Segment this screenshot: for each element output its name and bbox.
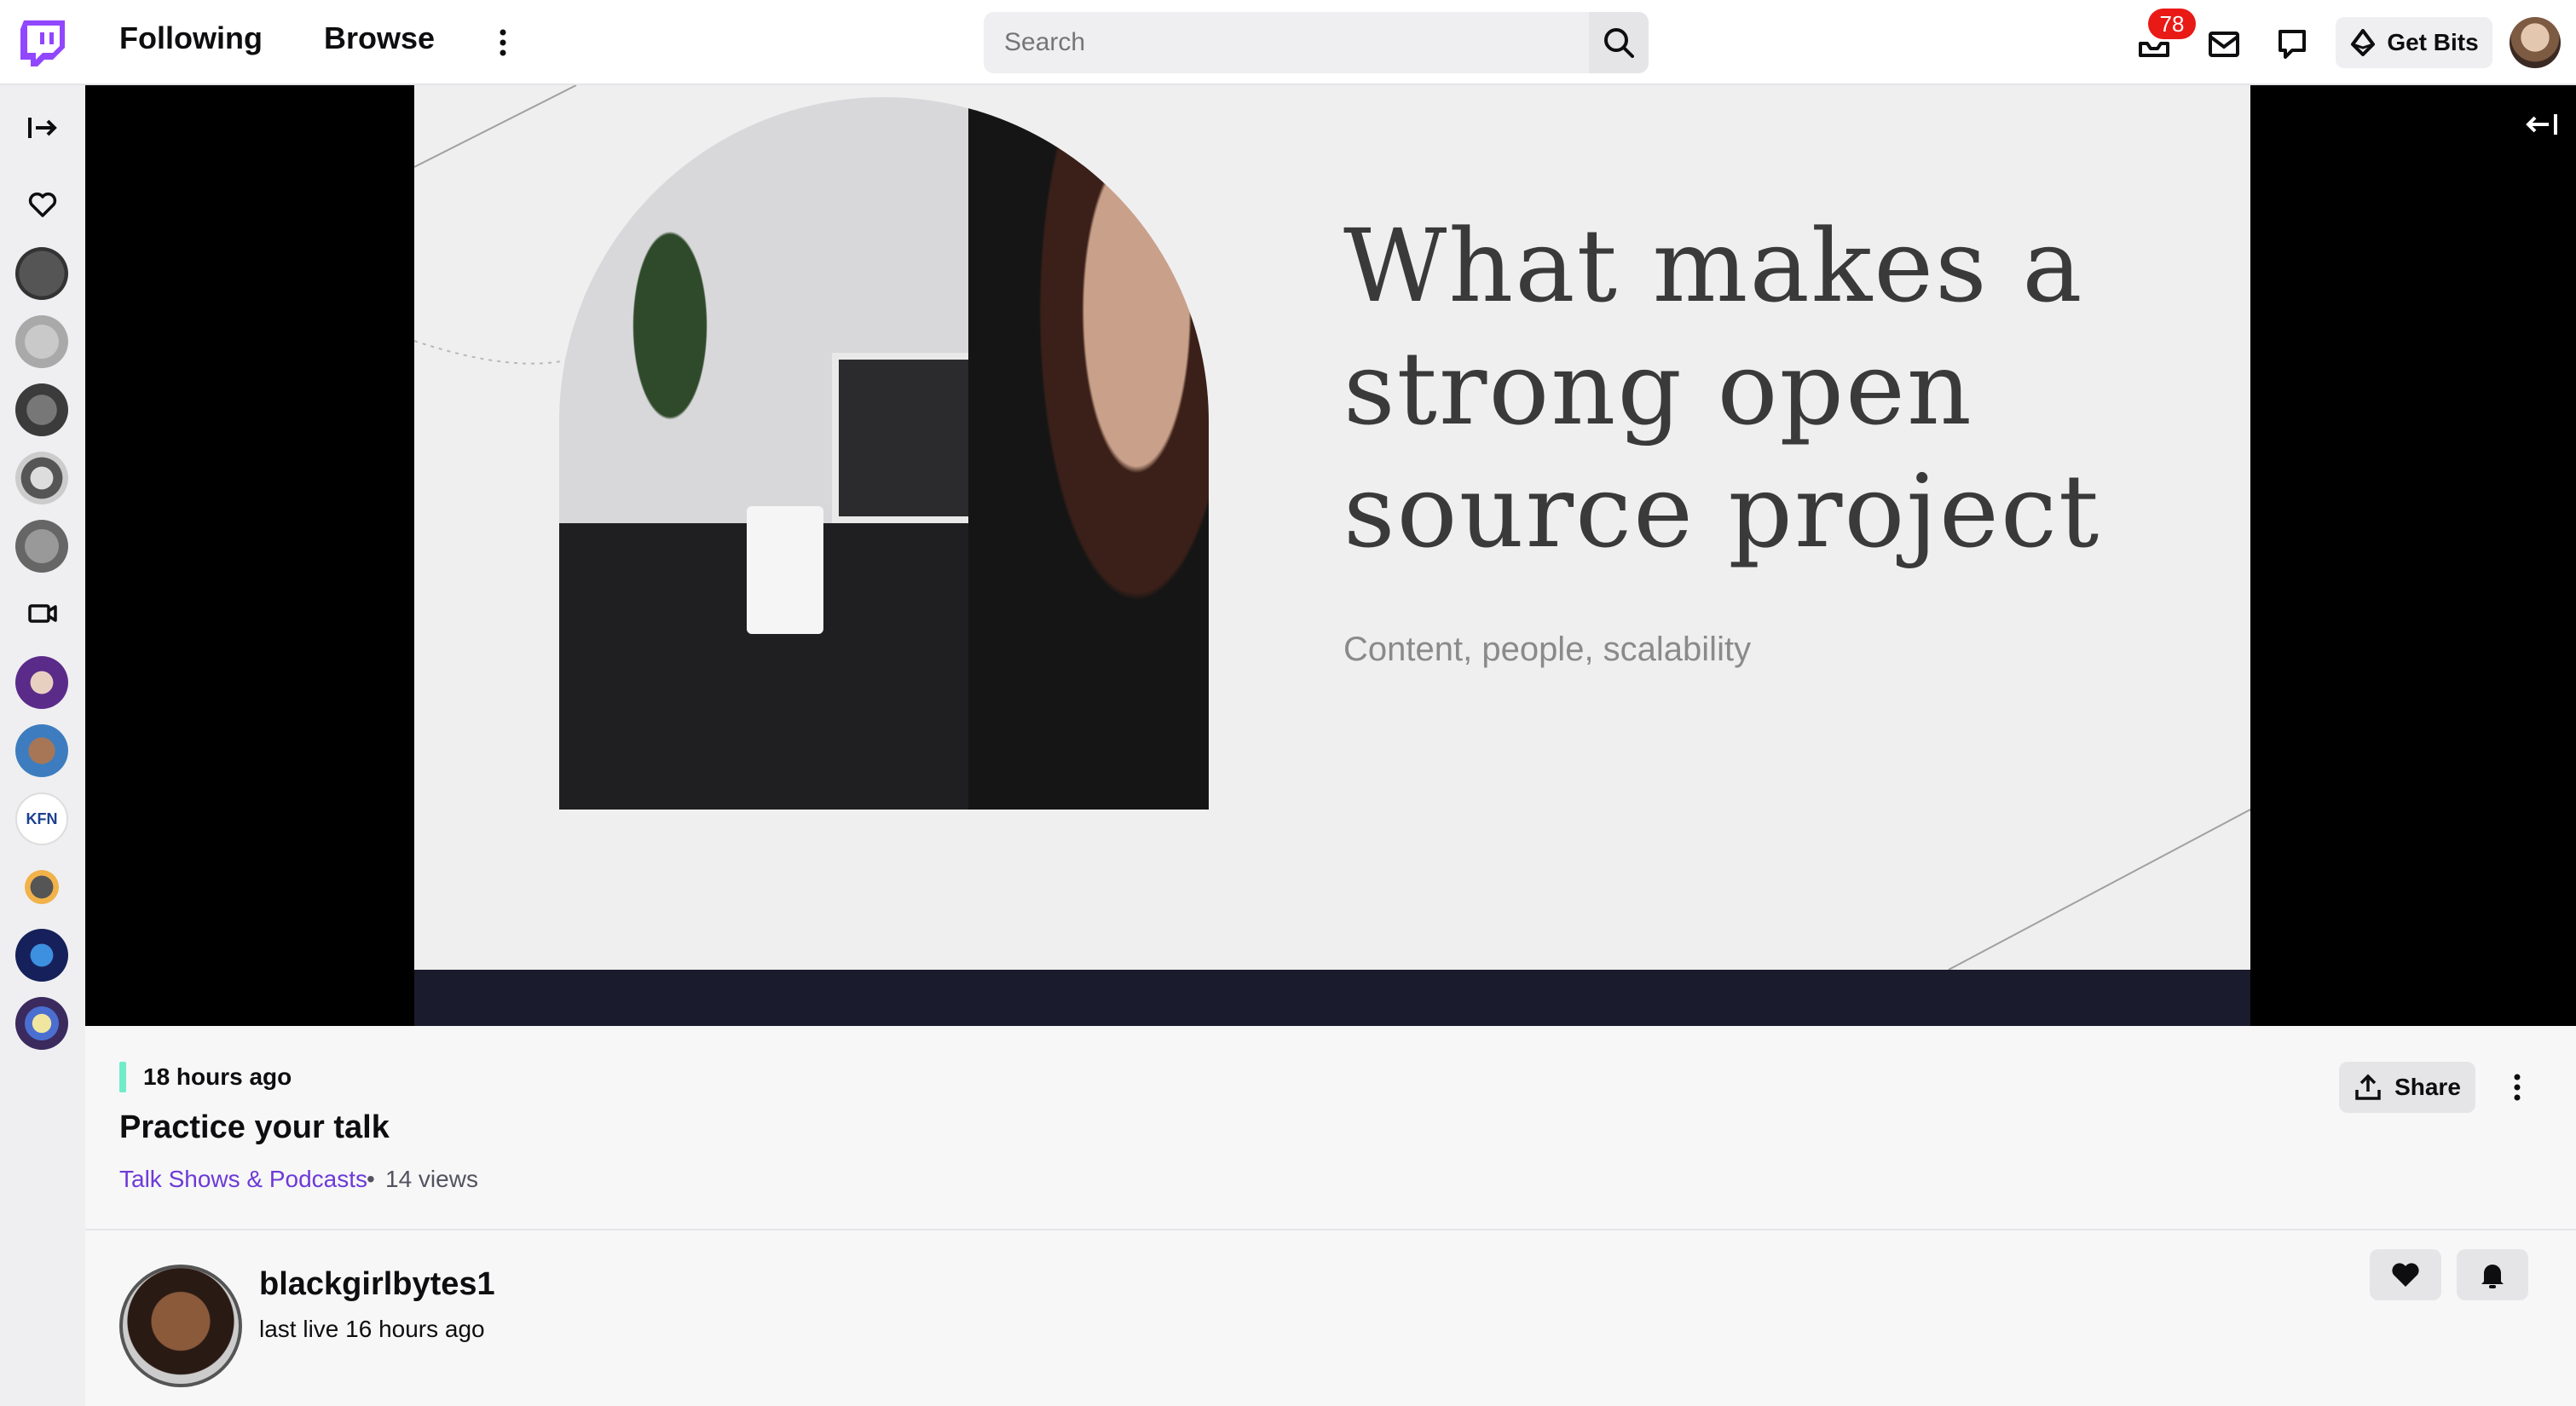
sidebar: KFN	[0, 85, 85, 1406]
expand-arrow-icon	[28, 118, 57, 138]
recommended-channels-button[interactable]	[24, 595, 61, 632]
collapse-chat-icon[interactable]	[2523, 106, 2561, 143]
bits-icon	[2351, 29, 2376, 56]
video-player[interactable]: What makes a strong open source project …	[85, 85, 2576, 1026]
nav-following[interactable]: Following	[119, 20, 263, 56]
slide-title-line2: strong open	[1343, 330, 1973, 447]
slide-bottom-strip	[414, 970, 2250, 1026]
video-title: Practice your talk	[119, 1109, 390, 1145]
search-button[interactable]	[1589, 12, 1649, 73]
slide-title-line1: What makes a	[1343, 207, 2084, 325]
search-input[interactable]	[984, 12, 1589, 73]
notifications-bell-button[interactable]	[2457, 1249, 2528, 1300]
time-indicator-bar	[119, 1062, 126, 1092]
view-count: 14 views	[385, 1166, 478, 1192]
messages-button[interactable]	[2203, 22, 2245, 65]
video-info-panel: 18 hours ago Practice your talk Talk Sho…	[85, 1026, 2576, 1230]
sidebar-channel-avatar-3[interactable]	[15, 383, 68, 436]
share-label: Share	[2394, 1074, 2461, 1100]
channel-info: blackgirlbytes1 last live 16 hours ago	[85, 1230, 2576, 1406]
sidebar-channel-avatar-6[interactable]	[15, 656, 68, 709]
meta-separator: •	[367, 1166, 375, 1192]
twitch-logo-icon[interactable]	[17, 17, 68, 68]
slide-title: What makes a strong open source project	[1343, 205, 2111, 573]
sidebar-channel-avatar-5[interactable]	[15, 520, 68, 573]
slide-title-line3: source project	[1343, 452, 2101, 570]
slide-photo	[559, 97, 1209, 810]
whispers-button[interactable]	[2271, 22, 2313, 65]
search-bar	[984, 12, 1649, 73]
video-camera-icon	[28, 604, 57, 623]
sidebar-channel-avatar-10[interactable]	[15, 929, 68, 982]
notification-badge: 78	[2148, 9, 2196, 39]
sidebar-channel-avatar-4[interactable]	[15, 452, 68, 504]
channel-name[interactable]: blackgirlbytes1	[259, 1266, 495, 1303]
search-icon	[1604, 28, 1634, 58]
share-button[interactable]: Share	[2339, 1062, 2475, 1113]
follow-button[interactable]	[2370, 1249, 2441, 1300]
top-nav-bar: Following Browse 78 Ge	[0, 0, 2576, 85]
time-ago: 18 hours ago	[143, 1063, 292, 1090]
user-avatar[interactable]	[2510, 17, 2561, 68]
nav-browse[interactable]: Browse	[324, 20, 435, 56]
chat-bubble-icon	[2279, 30, 2306, 59]
get-bits-label: Get Bits	[2387, 29, 2479, 55]
heart-filled-icon	[2392, 1263, 2419, 1287]
category-link[interactable]: Talk Shows & Podcasts	[119, 1166, 367, 1193]
sidebar-channel-avatar-1[interactable]	[15, 247, 68, 300]
mail-icon	[2209, 32, 2239, 57]
bell-icon	[2481, 1265, 2504, 1288]
channel-avatar[interactable]	[119, 1265, 242, 1387]
last-live-text: last live 16 hours ago	[259, 1316, 485, 1342]
more-options-icon[interactable]	[2504, 1070, 2530, 1104]
heart-outline-icon	[28, 192, 57, 217]
sidebar-channel-avatar-2[interactable]	[15, 315, 68, 368]
sidebar-channel-avatar-8[interactable]: KFN	[15, 792, 68, 845]
sidebar-channel-avatar-9[interactable]	[15, 861, 68, 913]
slide-subtitle: Content, people, scalability	[1343, 631, 1752, 668]
get-bits-button[interactable]: Get Bits	[2336, 17, 2492, 68]
more-vertical-icon[interactable]	[494, 26, 511, 60]
share-icon	[2355, 1074, 2381, 1100]
followed-channels-button[interactable]	[24, 186, 61, 223]
expand-sidebar-button[interactable]	[24, 109, 61, 147]
sidebar-channel-avatar-7[interactable]	[15, 724, 68, 777]
video-frame: What makes a strong open source project …	[414, 85, 2250, 970]
sidebar-channel-avatar-11[interactable]	[15, 997, 68, 1050]
